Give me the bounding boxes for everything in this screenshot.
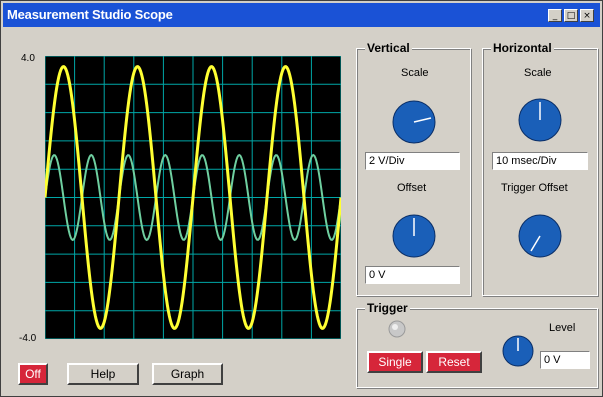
vertical-offset-field[interactable]: 0 V [365,266,460,284]
minimize-button[interactable]: _ [548,9,562,22]
trigger-level-field[interactable]: 0 V [540,351,590,369]
horizontal-scale-knob[interactable] [517,97,563,143]
title-bar: Measurement Studio Scope _ □ × [3,3,600,27]
help-button[interactable]: Help [67,363,139,385]
off-button[interactable]: Off [18,363,48,385]
scope-window: Measurement Studio Scope _ □ × 4.0 -4.0 … [0,0,603,397]
trigger-level-knob[interactable] [501,334,535,368]
horizontal-scale-field[interactable]: 10 msec/Div [492,152,588,170]
trigger-indicator-led [388,320,406,338]
y-axis-min-label: -4.0 [19,333,37,344]
oscilloscope-graph[interactable] [43,55,343,340]
single-button[interactable]: Single [367,351,423,373]
horizontal-scale-label: Scale [524,67,552,79]
horizontal-title: Horizontal [491,41,554,55]
vertical-offset-label: Offset [397,182,427,194]
vertical-scale-label: Scale [401,67,429,79]
waveform-plot [43,55,343,340]
trigger-offset-label: Trigger Offset [501,182,568,194]
graph-button[interactable]: Graph [152,363,223,385]
reset-button[interactable]: Reset [426,351,482,373]
y-axis-max-label: 4.0 [21,53,35,64]
trigger-level-label: Level [549,322,576,334]
window-title: Measurement Studio Scope [7,7,173,22]
vertical-scale-field[interactable]: 2 V/Div [365,152,460,170]
trigger-title: Trigger [365,301,410,315]
maximize-button[interactable]: □ [564,9,578,22]
vertical-offset-knob[interactable] [391,213,437,259]
close-button[interactable]: × [580,9,594,22]
vertical-scale-knob[interactable] [391,99,437,145]
trigger-offset-knob[interactable] [517,213,563,259]
vertical-title: Vertical [365,41,412,55]
